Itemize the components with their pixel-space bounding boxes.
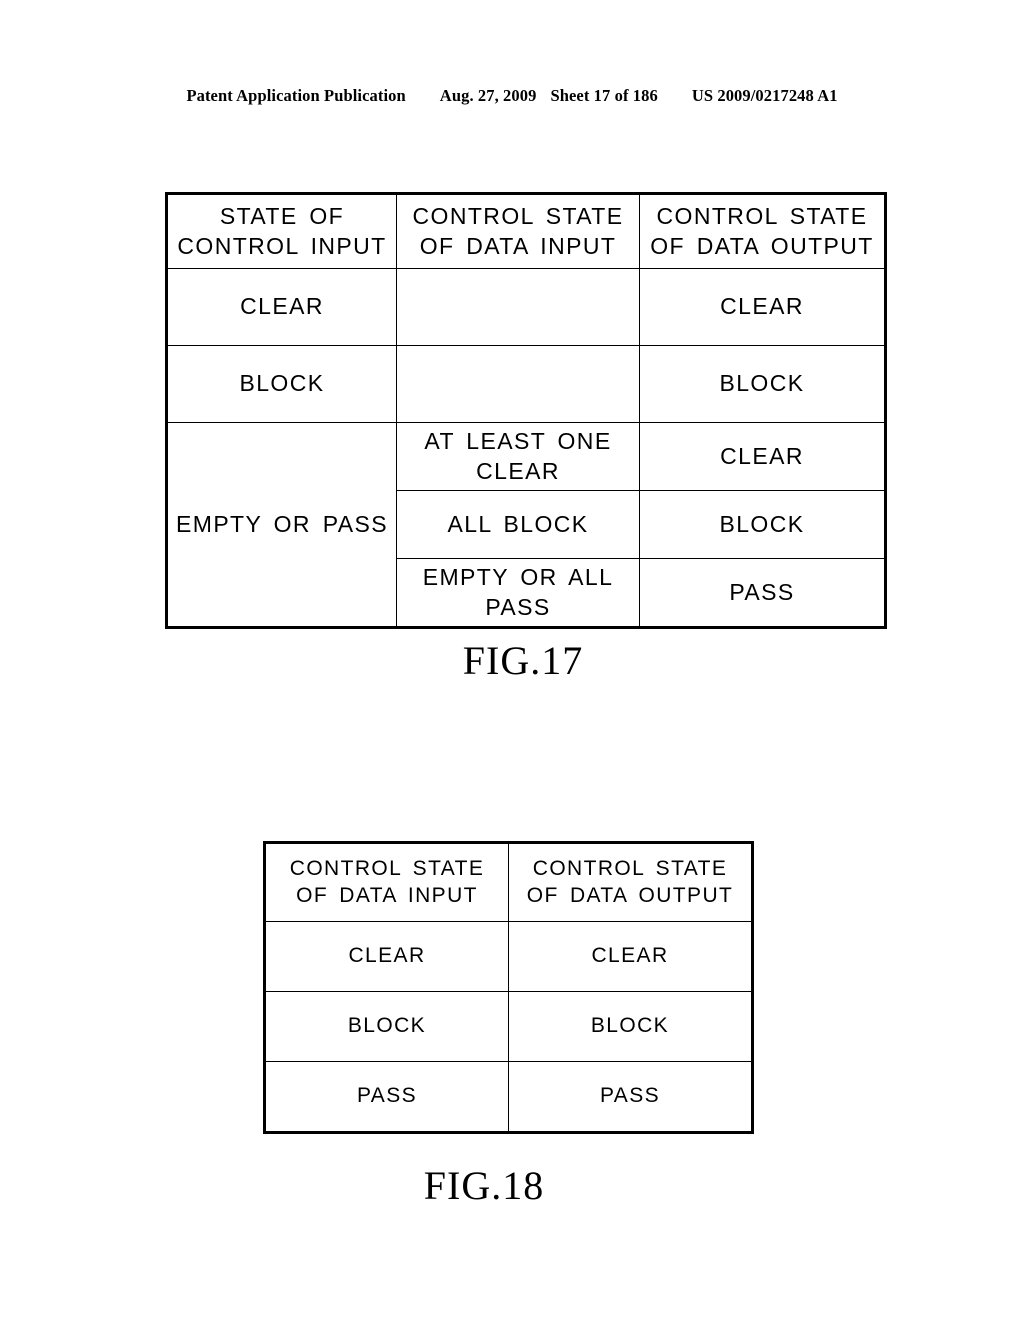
table-fig18: CONTROL STATE OF DATA INPUT CONTROL STAT… — [263, 841, 754, 1134]
table-row: PASS PASS — [264, 1061, 753, 1133]
header-line-2: OF DATA OUTPUT — [526, 883, 734, 907]
cell-data-output: PASS — [508, 1061, 753, 1133]
header-line-1: CONTROL STATE — [412, 203, 624, 230]
table-header-row: STATE OF CONTROL INPUT CONTROL STATE OF … — [166, 193, 886, 269]
figure-caption-fig18: FIG.18 — [0, 1162, 1024, 1209]
cell-data-input: ALL BLOCK — [396, 490, 640, 559]
cell-data-input — [396, 345, 640, 423]
table-row: BLOCK BLOCK — [166, 345, 886, 423]
header-sheet: Sheet 17 of 186 — [550, 86, 658, 105]
table-row: BLOCK BLOCK — [264, 991, 753, 1062]
cell-line-1: EMPTY OR ALL — [422, 564, 614, 591]
figure-caption-text: FIG.17 — [462, 638, 584, 683]
cell-data-input: EMPTY OR ALL PASS — [396, 558, 640, 628]
table-row: CLEAR CLEAR — [264, 921, 753, 992]
cell-data-output: BLOCK — [508, 991, 753, 1062]
header-cell-control-state-of-data-input: CONTROL STATE OF DATA INPUT — [396, 193, 640, 269]
cell-control-input: CLEAR — [166, 268, 397, 346]
cell-control-input-merged: EMPTY OR PASS — [166, 422, 397, 628]
header-line-2: OF DATA INPUT — [296, 883, 478, 907]
cell-data-output: CLEAR — [508, 921, 753, 992]
header-patent-number: US 2009/0217248 A1 — [691, 86, 838, 105]
header-cell-control-state-of-data-input: CONTROL STATE OF DATA INPUT — [264, 842, 509, 922]
cell-data-output: BLOCK — [639, 345, 886, 423]
header-line-2: OF DATA OUTPUT — [650, 232, 874, 259]
cell-data-output: PASS — [639, 558, 886, 628]
header-cell-state-of-control-input: STATE OF CONTROL INPUT — [166, 193, 397, 269]
header-line-1: CONTROL STATE — [656, 203, 868, 230]
header-line-2: OF DATA INPUT — [419, 232, 617, 259]
header-publication: Patent Application Publication — [186, 86, 406, 105]
cell-data-input: AT LEAST ONE CLEAR — [396, 422, 640, 491]
cell-data-output: CLEAR — [639, 268, 886, 346]
table-fig17: STATE OF CONTROL INPUT CONTROL STATE OF … — [165, 192, 887, 629]
header-date: Aug. 27, 2009 — [439, 86, 537, 105]
header-line-1: CONTROL STATE — [289, 856, 485, 880]
cell-control-input: BLOCK — [166, 345, 397, 423]
page-header: Patent Application Publication Aug. 27, 2… — [0, 86, 1024, 106]
cell-data-input: PASS — [264, 1061, 509, 1133]
figure-caption-text: FIG.18 — [423, 1163, 545, 1208]
header-cell-control-state-of-data-output: CONTROL STATE OF DATA OUTPUT — [639, 193, 886, 269]
cell-data-input — [396, 268, 640, 346]
cell-line-1: AT LEAST ONE — [424, 428, 612, 455]
header-line-1: STATE OF — [219, 203, 345, 230]
figure-caption-fig17: FIG.17 — [0, 637, 1024, 684]
cell-data-input: BLOCK — [264, 991, 509, 1062]
cell-line-2: CLEAR — [476, 457, 560, 484]
cell-data-output: BLOCK — [639, 490, 886, 559]
header-cell-control-state-of-data-output: CONTROL STATE OF DATA OUTPUT — [508, 842, 753, 922]
table-header-row: CONTROL STATE OF DATA INPUT CONTROL STAT… — [264, 842, 753, 922]
cell-line-2: PASS — [485, 593, 551, 620]
table-row: CLEAR CLEAR — [166, 268, 886, 346]
cell-data-input: CLEAR — [264, 921, 509, 992]
table-row: EMPTY OR PASS AT LEAST ONE CLEAR CLEAR — [166, 422, 886, 628]
header-line-1: CONTROL STATE — [532, 856, 728, 880]
cell-data-output: CLEAR — [639, 422, 886, 491]
header-line-2: CONTROL INPUT — [177, 232, 387, 259]
